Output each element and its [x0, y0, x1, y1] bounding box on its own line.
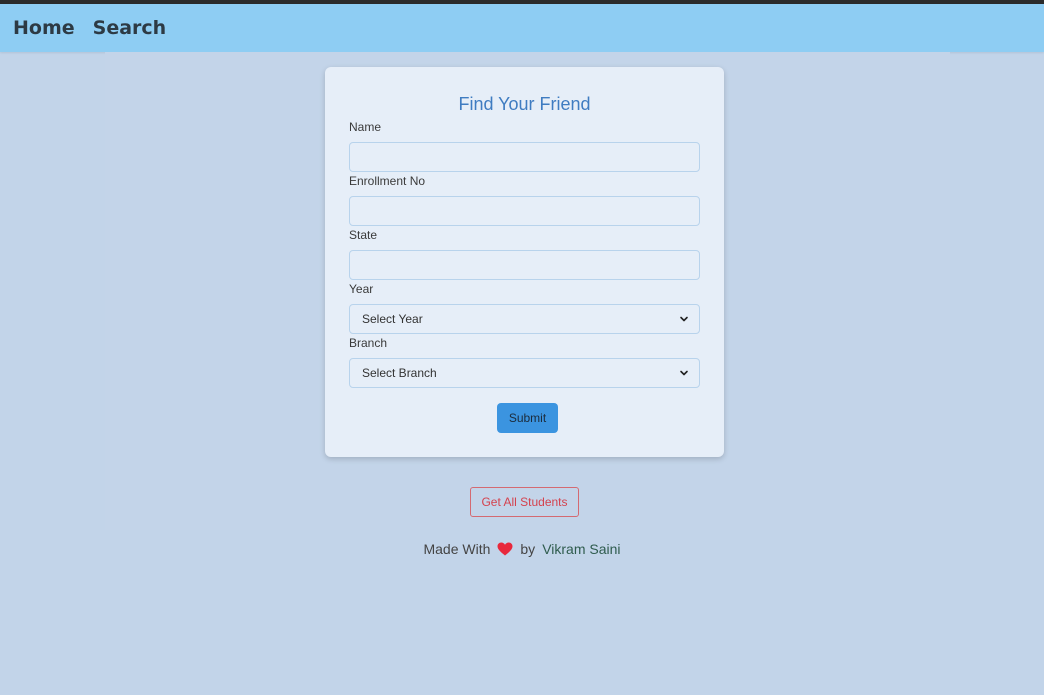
nav-home-link[interactable]: Home [13, 17, 75, 39]
enrollment-input[interactable] [349, 196, 700, 226]
submit-button[interactable]: Submit [497, 403, 558, 433]
footer-by: by [520, 541, 536, 557]
name-input[interactable] [349, 142, 700, 172]
state-label: State [349, 228, 378, 242]
branch-select-value: Select Branch [362, 366, 437, 380]
name-label: Name [349, 120, 382, 134]
year-select-value: Select Year [362, 312, 423, 326]
footer: Made With by Vikram Saini [0, 541, 1044, 557]
search-form-card: Find Your Friend Name Enrollment No Stat… [325, 67, 724, 457]
state-input[interactable] [349, 250, 700, 280]
footer-made-with: Made With [423, 541, 491, 557]
form-title: Find Your Friend [458, 94, 591, 114]
branch-label: Branch [349, 336, 388, 350]
get-all-students-button[interactable]: Get All Students [470, 487, 579, 517]
enrollment-label: Enrollment No [349, 174, 426, 188]
chevron-down-icon [680, 316, 688, 322]
year-select[interactable]: Select Year [349, 304, 700, 334]
heart-icon [497, 542, 513, 556]
nav-search-link[interactable]: Search [93, 17, 167, 39]
navbar: Home Search [0, 4, 1044, 52]
author-link[interactable]: Vikram Saini [542, 541, 620, 557]
branch-select[interactable]: Select Branch [349, 358, 700, 388]
year-label: Year [349, 282, 374, 296]
chevron-down-icon [680, 370, 688, 376]
